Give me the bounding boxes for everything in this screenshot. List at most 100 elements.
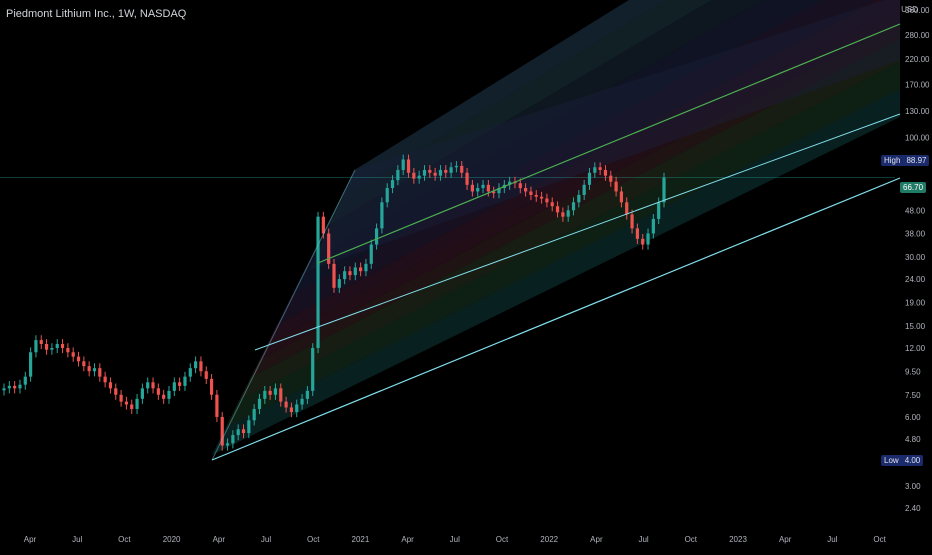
y-tick-label: 15.00 (905, 322, 926, 331)
x-tick-label: Apr (24, 535, 37, 544)
x-tick-label: Apr (590, 535, 603, 544)
candle-body (486, 184, 490, 192)
candle-body (417, 175, 421, 179)
candle-body (332, 263, 336, 288)
candle-body (470, 184, 474, 192)
y-tick-label: 7.50 (905, 391, 921, 400)
candle-body (199, 361, 203, 372)
y-tick-label: 170.00 (905, 81, 930, 90)
candle-body (582, 184, 586, 195)
y-tick-label: 38.00 (905, 229, 926, 238)
x-tick-label: Apr (213, 535, 226, 544)
candle-body (66, 348, 70, 353)
x-tick-label: Apr (779, 535, 792, 544)
y-tick-label: 12.00 (905, 344, 926, 353)
candle-body (172, 382, 176, 391)
high-price-tag: High 88.97 (881, 155, 930, 166)
y-tick-label: 9.50 (905, 367, 921, 376)
candle-body (534, 194, 538, 197)
candle-body (396, 169, 400, 181)
candle-body (593, 167, 597, 173)
candle-body (151, 382, 155, 389)
candle-body (598, 167, 602, 170)
pitchfork-fan (212, 0, 900, 455)
candle-body (188, 368, 192, 377)
candle-body (374, 228, 379, 245)
candle-body (406, 159, 411, 173)
candle-body (29, 352, 33, 377)
candle-body (300, 398, 304, 405)
candle-body (135, 398, 139, 409)
candle-body (247, 420, 251, 434)
candle-body (98, 368, 102, 377)
candle-body (231, 435, 235, 444)
y-tick-label: 30.00 (905, 253, 926, 262)
x-tick-label: Oct (496, 535, 509, 544)
candle-body (481, 184, 485, 189)
x-tick-label: Jul (261, 535, 271, 544)
y-tick-label: 100.00 (905, 133, 930, 142)
candle-body (279, 388, 283, 402)
candle-body (438, 169, 443, 176)
candle-body (651, 218, 655, 234)
y-tick-label: 19.00 (905, 298, 926, 307)
candle-body (55, 343, 59, 349)
x-tick-label: Jul (72, 535, 82, 544)
candle-body (657, 202, 661, 219)
candle-body (44, 343, 49, 350)
candle-body (209, 378, 214, 395)
x-tick-label: Oct (118, 535, 131, 544)
candle-body (156, 388, 160, 395)
candle-body (167, 390, 171, 399)
candle-body (252, 408, 256, 421)
candle-body (433, 172, 437, 176)
candle-body (114, 388, 118, 395)
price-chart[interactable]: 360.00280.00220.00170.00130.00100.0080.0… (0, 0, 932, 550)
candle-body (23, 376, 27, 385)
candle-body (162, 394, 166, 399)
y-tick-label: 280.00 (905, 31, 930, 40)
candle-body (449, 167, 453, 173)
x-tick-label: Apr (401, 535, 414, 544)
candle-body (359, 267, 363, 272)
candle-body (577, 194, 581, 203)
candle-body (284, 401, 288, 408)
candle-body (630, 214, 634, 229)
candle-body (225, 443, 230, 446)
x-tick-label: Jul (638, 535, 648, 544)
candle-body (82, 361, 86, 367)
candle-body (2, 388, 6, 391)
candle-body (625, 202, 629, 215)
candle-body (646, 233, 650, 245)
candle-body (561, 212, 565, 217)
chart-area[interactable]: 360.00280.00220.00170.00130.00100.0080.0… (0, 0, 932, 550)
candle-body (444, 169, 448, 173)
candle-body (13, 385, 17, 389)
candle-body (571, 202, 576, 211)
x-tick-label: Jul (450, 535, 460, 544)
candle-body (428, 169, 432, 173)
candle-body (476, 188, 480, 192)
candle-body (614, 181, 618, 192)
candle-body (635, 228, 639, 239)
candle-body (119, 394, 123, 402)
candle-body (550, 202, 554, 207)
candle-body (518, 183, 522, 189)
candle-body (390, 180, 395, 189)
high-label: High (884, 156, 901, 165)
candle-body (380, 202, 384, 229)
candle-body (295, 404, 299, 413)
candle-body (7, 385, 11, 389)
candle-body (183, 376, 187, 386)
candle-body (337, 279, 341, 288)
y-tick-label: 2.40 (905, 504, 921, 513)
last-value: 66.70 (903, 183, 924, 192)
candle-body (103, 376, 107, 383)
candle-body (662, 177, 666, 203)
candle-body (369, 244, 373, 264)
candle-body (92, 368, 97, 372)
candle-body (311, 348, 315, 391)
candle-body (108, 382, 113, 389)
candle-body (353, 267, 357, 276)
x-tick-label: Oct (685, 535, 698, 544)
